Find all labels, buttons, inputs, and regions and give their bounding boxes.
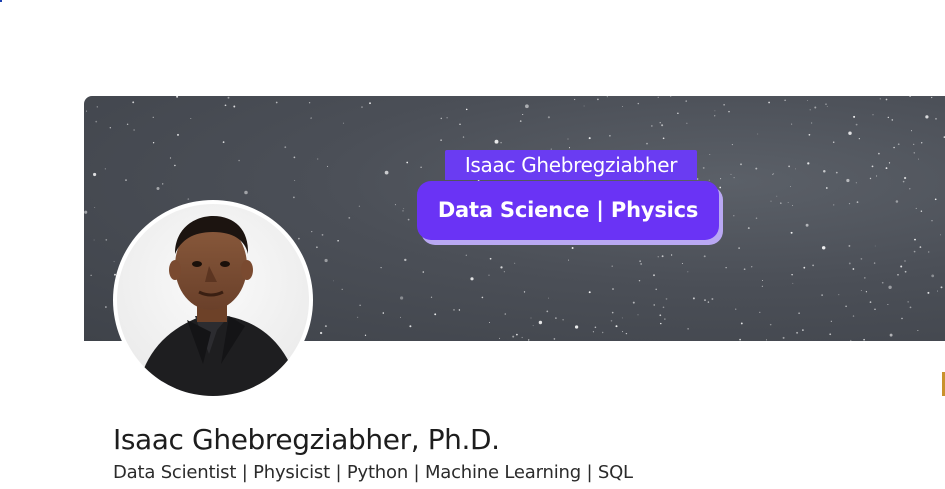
profile-photo <box>117 204 309 396</box>
profile-page: Isaac Ghebregziabher Data Science | Phys… <box>0 0 945 489</box>
avatar[interactable] <box>113 200 313 400</box>
banner-tagline: Data Science | Physics <box>417 181 719 240</box>
profile-headline: Data Scientist | Physicist | Python | Ma… <box>113 462 633 483</box>
corner-marker <box>0 0 2 2</box>
banner-name-tag: Isaac Ghebregziabher <box>445 150 697 180</box>
profile-name: Isaac Ghebregziabher, Ph.D. <box>113 423 500 456</box>
